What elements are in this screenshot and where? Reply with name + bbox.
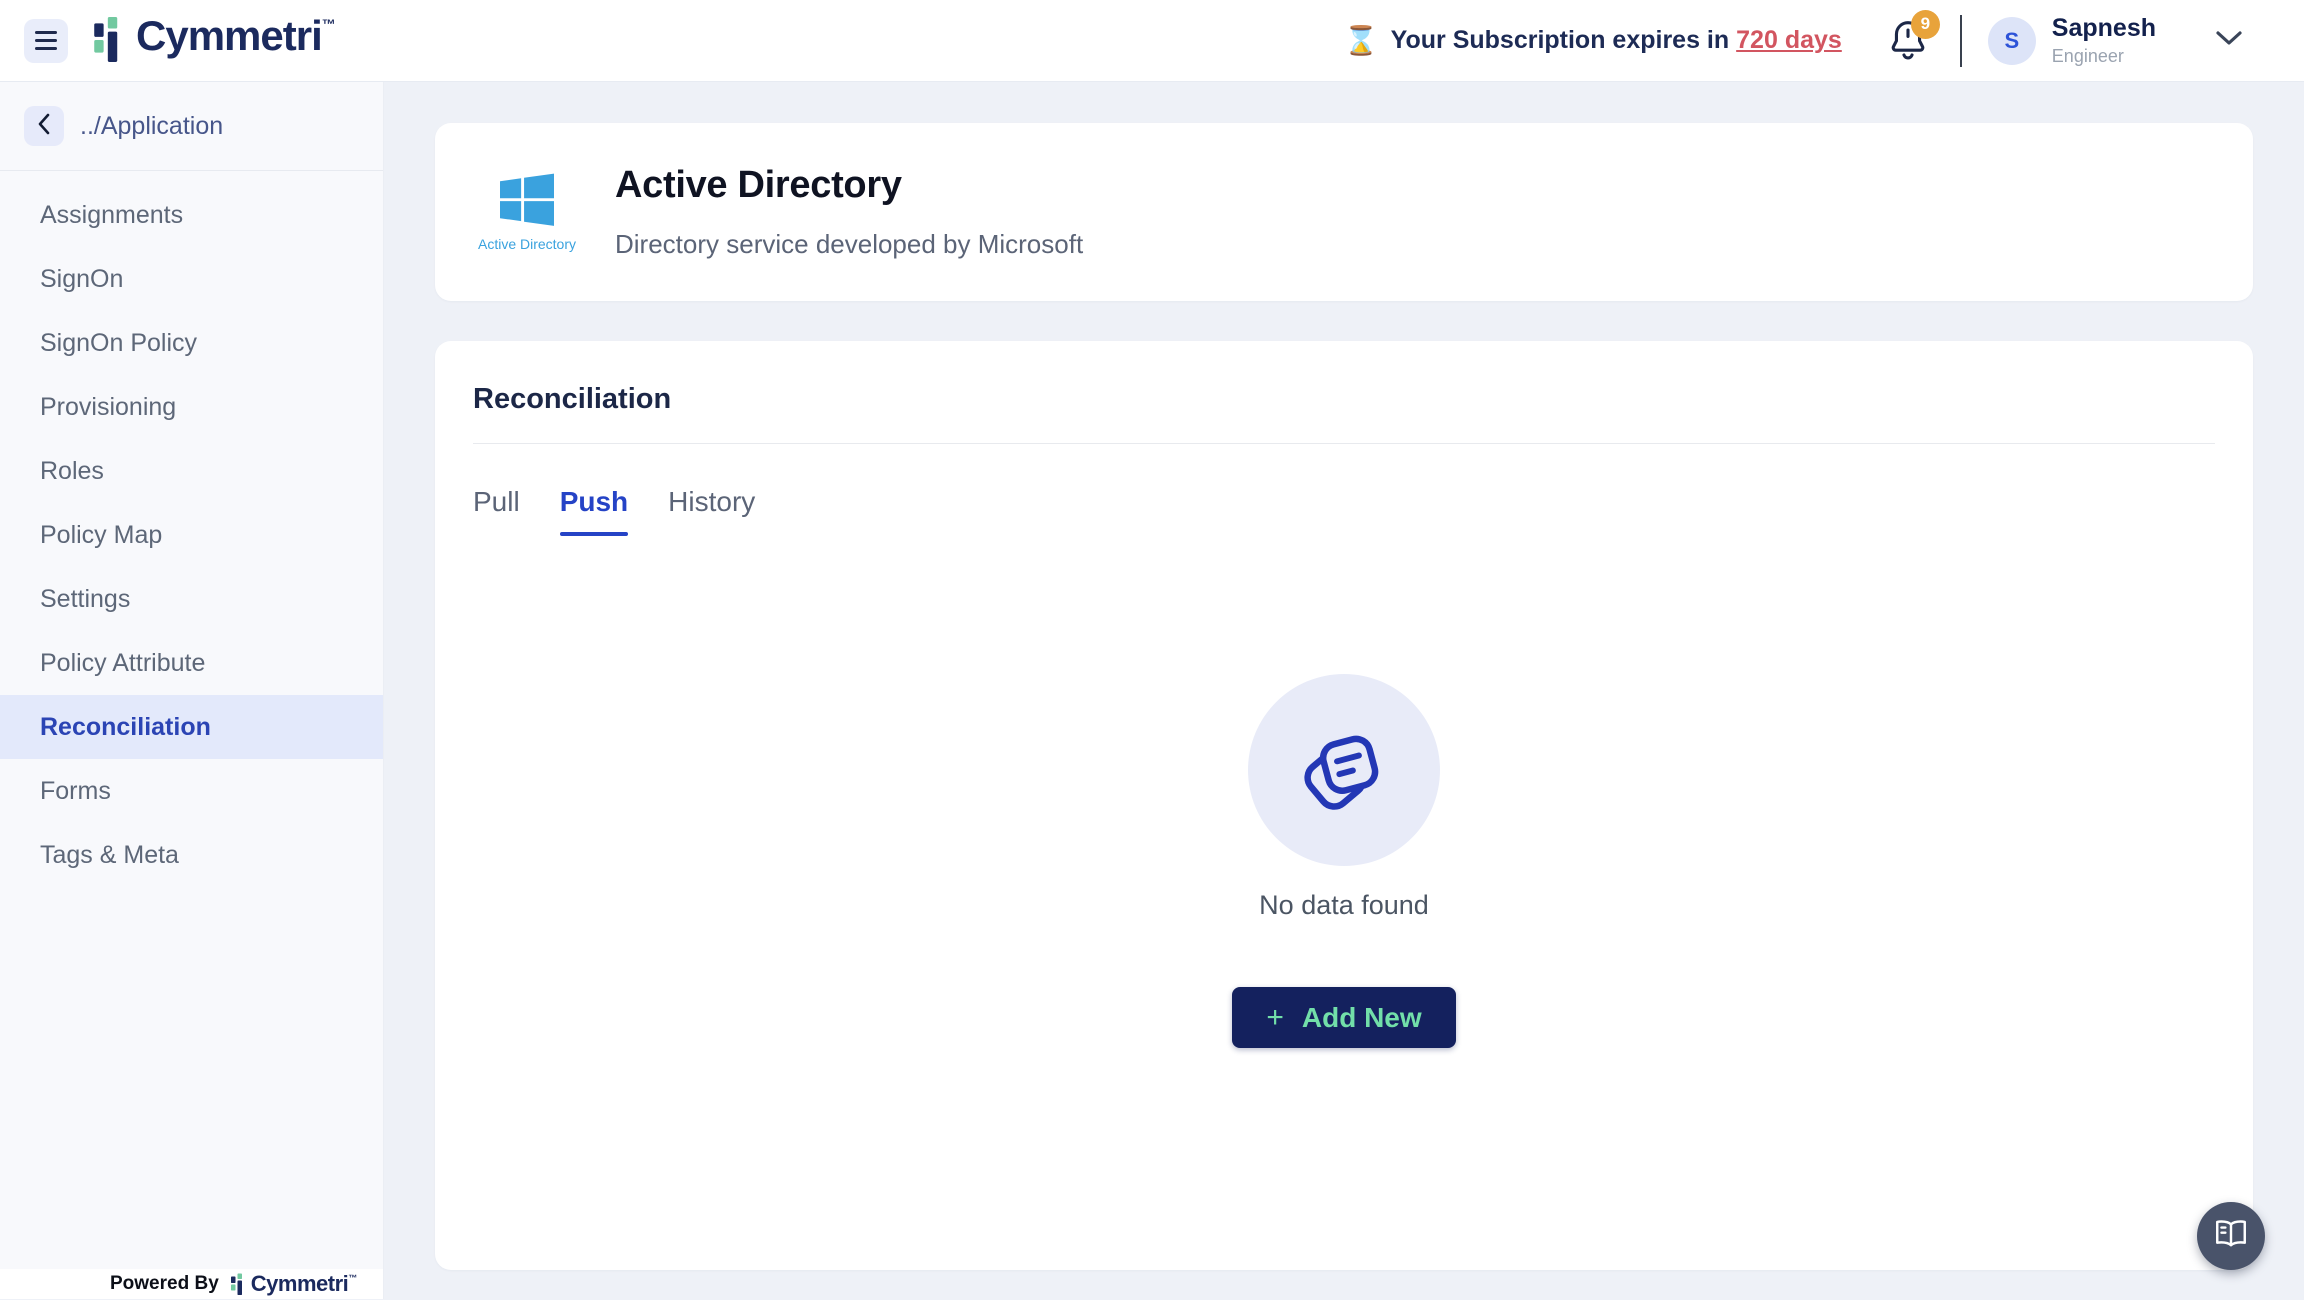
application-header-card: Active Directory Active Directory Direct… [435, 123, 2253, 301]
notification-count-badge: 9 [1911, 10, 1940, 39]
sidebar-item-forms[interactable]: Forms [0, 759, 383, 823]
page-subtitle: Directory service developed by Microsoft [615, 229, 1083, 260]
footer-logo-mark-icon [231, 1273, 248, 1300]
empty-state-illustration [1248, 674, 1440, 866]
empty-state: No data found + Add New [435, 674, 2253, 1048]
sidebar-item-tags-meta[interactable]: Tags & Meta [0, 823, 383, 887]
section-divider [473, 443, 2215, 444]
user-menu[interactable]: S Sapnesh Engineer [1988, 14, 2264, 66]
brand-name: Cymmetri [136, 14, 322, 58]
chevron-left-icon [36, 112, 52, 141]
powered-by-label: Powered By [110, 1273, 219, 1295]
subscription-days-link[interactable]: 720 days [1736, 26, 1842, 55]
sidebar-item-policy-attribute[interactable]: Policy Attribute [0, 631, 383, 695]
top-header: Cymmetri ™ ⌛ Your Subscription expires i… [0, 0, 2304, 82]
sidebar-item-reconciliation[interactable]: Reconciliation [0, 695, 383, 759]
user-role: Engineer [2052, 46, 2156, 67]
sidebar: ../Application Assignments SignOn SignOn… [0, 82, 384, 1299]
sidebar-item-settings[interactable]: Settings [0, 567, 383, 631]
section-title: Reconciliation [473, 383, 2215, 416]
footer-cymmetri-logo: Cymmetri ™ [231, 1273, 357, 1300]
sidebar-item-signon-policy[interactable]: SignOn Policy [0, 311, 383, 375]
brand-trademark: ™ [322, 16, 336, 32]
footer-brand-trademark: ™ [348, 1273, 357, 1283]
sidebar-nav: Assignments SignOn SignOn Policy Provisi… [0, 171, 383, 887]
documents-icon [1290, 714, 1398, 827]
windows-flag-icon [496, 214, 558, 231]
documentation-fab-button[interactable] [2197, 1202, 2265, 1270]
active-directory-logo: Active Directory [477, 173, 577, 252]
reconciliation-tabs: Pull Push History [473, 486, 2215, 532]
tab-history[interactable]: History [668, 486, 755, 532]
menu-hamburger-button[interactable] [24, 19, 68, 63]
reconciliation-card: Reconciliation Pull Push History [435, 341, 2253, 1270]
subscription-banner: ⌛ Your Subscription expires in 720 days [1344, 24, 1842, 57]
breadcrumb-application[interactable]: ../Application [80, 112, 223, 141]
back-button[interactable] [24, 106, 64, 146]
main-content: Active Directory Active Directory Direct… [384, 82, 2304, 1299]
open-book-icon [2213, 1218, 2249, 1255]
subscription-text: Your Subscription expires in [1391, 26, 1730, 55]
app-logo-caption: Active Directory [477, 236, 577, 252]
add-new-label: Add New [1302, 1002, 1422, 1034]
sidebar-item-provisioning[interactable]: Provisioning [0, 375, 383, 439]
cymmetri-logo: Cymmetri ™ [94, 14, 336, 67]
sidebar-item-assignments[interactable]: Assignments [0, 183, 383, 247]
hourglass-icon: ⌛ [1344, 24, 1379, 57]
cymmetri-logo-mark-icon [94, 14, 130, 67]
powered-by-footer: Powered By Cymmetri ™ [0, 1269, 383, 1299]
notifications-button[interactable]: 9 [1886, 16, 1930, 66]
header-divider [1960, 15, 1962, 67]
page-title: Active Directory [615, 164, 1083, 207]
add-new-button[interactable]: + Add New [1232, 987, 1456, 1048]
plus-icon: + [1266, 1001, 1284, 1035]
chevron-down-icon[interactable] [2214, 29, 2244, 52]
tab-push[interactable]: Push [560, 486, 628, 532]
no-data-message: No data found [1259, 890, 1429, 921]
sidebar-item-roles[interactable]: Roles [0, 439, 383, 503]
bell-icon [1886, 53, 1930, 70]
tab-pull[interactable]: Pull [473, 486, 520, 532]
sidebar-item-signon[interactable]: SignOn [0, 247, 383, 311]
sidebar-item-policy-map[interactable]: Policy Map [0, 503, 383, 567]
user-name: Sapnesh [2052, 14, 2156, 43]
user-avatar: S [1988, 17, 2036, 65]
footer-brand-name: Cymmetri [251, 1273, 348, 1295]
